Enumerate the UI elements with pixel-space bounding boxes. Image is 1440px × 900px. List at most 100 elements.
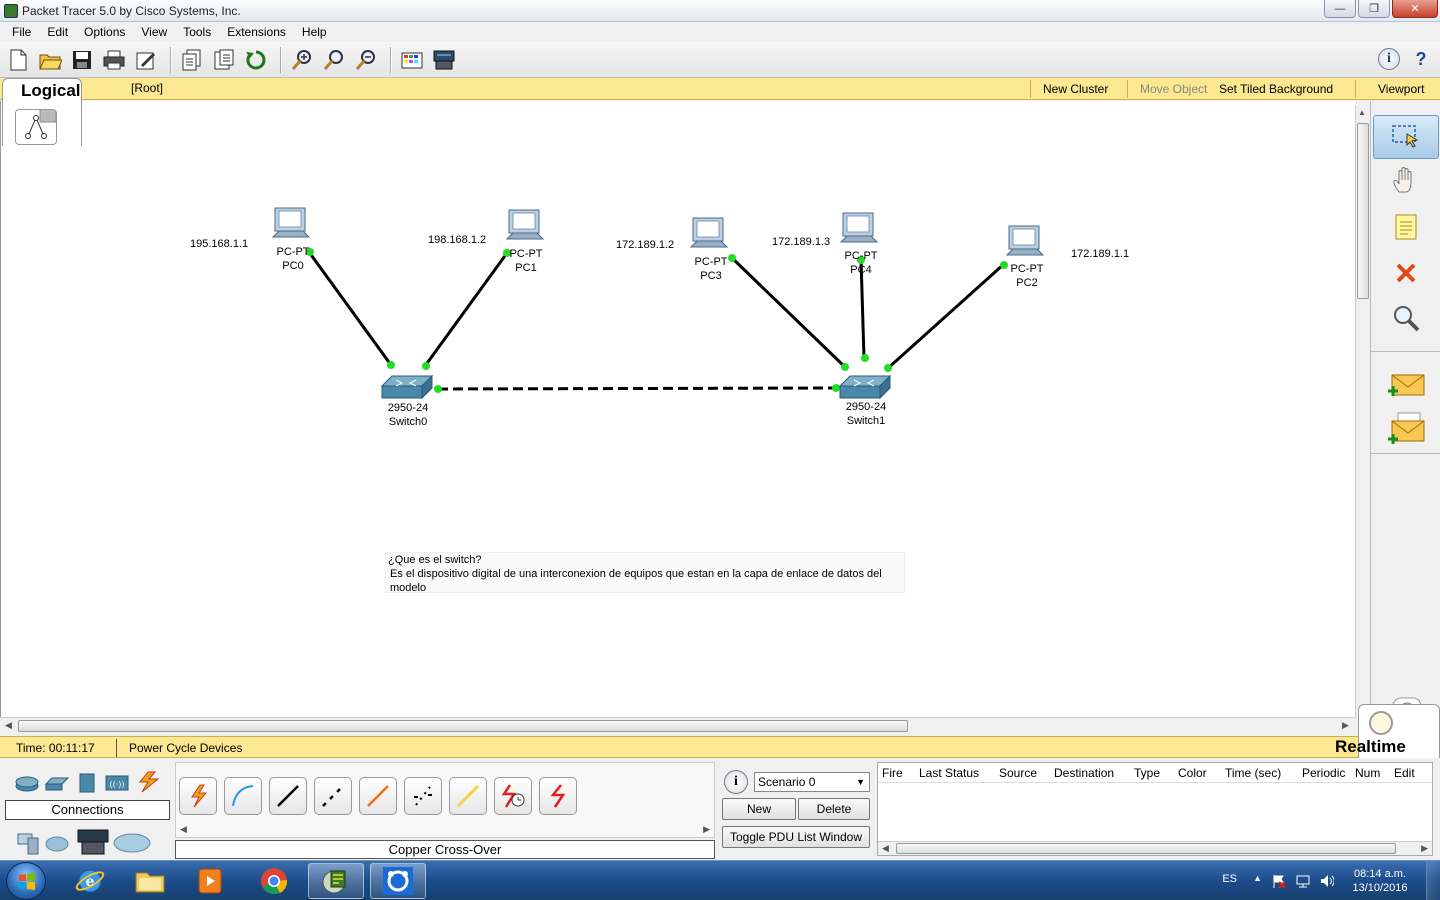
workspace-vertical-scrollbar[interactable]: ▲ xyxy=(1355,105,1369,717)
pdu-horizontal-scrollbar[interactable]: ◀ ▶ xyxy=(878,841,1432,855)
help-icon[interactable]: ? xyxy=(1410,48,1432,70)
add-complex-pdu-button[interactable] xyxy=(1373,407,1439,451)
pc1-icon[interactable] xyxy=(505,209,545,240)
wireless-devices-category-icon[interactable]: ((·)) xyxy=(104,772,130,794)
link-pc1-switch0[interactable] xyxy=(423,252,509,367)
undo-button[interactable] xyxy=(242,46,270,74)
info-icon[interactable]: i xyxy=(1378,48,1400,70)
inspect-tool-button[interactable] xyxy=(1373,297,1439,341)
pdu-scroll-right-arrow-icon[interactable]: ▶ xyxy=(1421,843,1428,854)
show-hidden-icons-icon[interactable]: ▲ xyxy=(1253,873,1262,883)
taskbar-media-player[interactable] xyxy=(182,863,238,899)
input-language[interactable]: ES xyxy=(1222,873,1237,885)
pc4-ip-note[interactable]: 172.189.1.3 xyxy=(772,236,830,248)
menu-edit[interactable]: Edit xyxy=(39,25,76,39)
link-pc2-switch1[interactable] xyxy=(885,262,1006,371)
console-cable-button[interactable] xyxy=(224,777,262,815)
pc2-icon[interactable] xyxy=(1005,225,1045,256)
col-last-status[interactable]: Last Status xyxy=(915,766,995,780)
close-button[interactable]: ✕ xyxy=(1392,0,1438,18)
toggle-pdu-list-button[interactable]: Toggle PDU List Window xyxy=(722,826,870,848)
menu-options[interactable]: Options xyxy=(76,25,133,39)
copper-straight-through-button[interactable] xyxy=(269,777,307,815)
delete-tool-button[interactable] xyxy=(1373,251,1439,295)
switch0-icon[interactable] xyxy=(380,374,434,400)
activity-wizard-button[interactable] xyxy=(132,46,160,74)
scenario-dropdown[interactable]: Scenario 0 ▼ xyxy=(754,772,870,792)
paste-button[interactable] xyxy=(210,46,238,74)
scroll-up-arrow-icon[interactable]: ▲ xyxy=(1358,108,1366,117)
new-file-button[interactable] xyxy=(4,46,32,74)
zoom-in-button[interactable] xyxy=(288,46,316,74)
scroll-left-arrow-icon[interactable]: ◀ xyxy=(5,720,12,731)
hubs-category-icon[interactable] xyxy=(74,772,100,794)
new-scenario-button[interactable]: New xyxy=(722,798,796,820)
select-tool-button[interactable] xyxy=(1373,115,1439,159)
col-edit[interactable]: Edit xyxy=(1390,766,1420,780)
add-simple-pdu-button[interactable] xyxy=(1373,363,1439,407)
menu-extensions[interactable]: Extensions xyxy=(219,25,294,39)
link-pc0-switch0[interactable] xyxy=(307,251,393,366)
copy-button[interactable] xyxy=(178,46,206,74)
pc3-icon[interactable] xyxy=(689,217,729,248)
link-pc3-switch1[interactable] xyxy=(729,255,847,369)
taskbar-cortana[interactable] xyxy=(370,863,426,899)
conn-scroll-left-arrow-icon[interactable]: ◀ xyxy=(180,824,187,835)
automatic-connection-button[interactable] xyxy=(179,777,217,815)
pdu-scroll-thumb[interactable] xyxy=(896,843,1396,854)
coaxial-cable-button[interactable] xyxy=(449,777,487,815)
pc4-icon[interactable] xyxy=(839,212,879,243)
taskbar-packet-tracer[interactable] xyxy=(308,863,364,899)
action-center-flag-icon[interactable] xyxy=(1272,874,1286,888)
switch-definition-note[interactable]: ¿Que es el switch? Es el dispositivo dig… xyxy=(385,552,905,594)
taskbar-file-explorer[interactable] xyxy=(122,863,178,899)
show-desktop-button[interactable] xyxy=(1426,861,1440,900)
viewport-button[interactable]: Viewport xyxy=(1378,82,1424,96)
serial-dte-button[interactable] xyxy=(539,777,577,815)
logical-workspace-tab[interactable]: Logical xyxy=(2,78,82,146)
pc0-ip-note[interactable]: 195.168.1.1 xyxy=(190,238,248,250)
col-color[interactable]: Color xyxy=(1174,766,1221,780)
menu-tools[interactable]: Tools xyxy=(175,25,219,39)
maximize-button[interactable]: ❐ xyxy=(1358,0,1390,18)
print-button[interactable] xyxy=(100,46,128,74)
switch1-icon[interactable] xyxy=(838,374,892,400)
drawing-palette-button[interactable] xyxy=(398,46,426,74)
end-devices-category-icon[interactable] xyxy=(14,832,40,855)
horizontal-scroll-thumb[interactable] xyxy=(18,720,908,732)
custom-devices-dialog-button[interactable] xyxy=(430,46,458,74)
network-icon[interactable] xyxy=(1296,874,1310,888)
set-tiled-background-button[interactable]: Set Tiled Background xyxy=(1219,82,1333,96)
menu-view[interactable]: View xyxy=(133,25,175,39)
switches-category-icon[interactable] xyxy=(44,772,70,794)
multiuser-connection-category-icon[interactable] xyxy=(112,830,152,856)
col-num[interactable]: Num xyxy=(1351,766,1390,780)
zoom-reset-button[interactable] xyxy=(320,46,348,74)
pdu-scroll-left-arrow-icon[interactable]: ◀ xyxy=(882,843,889,854)
pc2-ip-note[interactable]: 172.189.1.1 xyxy=(1071,248,1129,260)
zoom-out-button[interactable] xyxy=(352,46,380,74)
routers-category-icon[interactable] xyxy=(14,772,40,794)
menu-help[interactable]: Help xyxy=(294,25,335,39)
col-destination[interactable]: Destination xyxy=(1050,766,1130,780)
move-object-button[interactable]: Move Object xyxy=(1140,82,1207,96)
col-source[interactable]: Source xyxy=(995,766,1050,780)
root-breadcrumb[interactable]: [Root] xyxy=(131,81,163,95)
col-time[interactable]: Time (sec) xyxy=(1221,766,1298,780)
new-cluster-button[interactable]: New Cluster xyxy=(1043,82,1108,96)
move-layout-button[interactable] xyxy=(1373,159,1439,203)
open-file-button[interactable] xyxy=(36,46,64,74)
connection-types-scrollbar[interactable]: ◀ ▶ xyxy=(176,822,714,836)
serial-dce-button[interactable] xyxy=(494,777,532,815)
link-switch0-switch1[interactable] xyxy=(437,386,838,391)
col-type[interactable]: Type xyxy=(1130,766,1174,780)
pc1-ip-note[interactable]: 198.168.1.2 xyxy=(428,234,486,246)
taskbar-chrome[interactable] xyxy=(246,863,302,899)
pc3-ip-note[interactable]: 172.189.1.2 xyxy=(616,239,674,251)
col-fire[interactable]: Fire xyxy=(878,766,915,780)
minimize-button[interactable]: — xyxy=(1324,0,1356,18)
phone-cable-button[interactable] xyxy=(404,777,442,815)
custom-made-devices-category-icon[interactable] xyxy=(76,828,110,858)
power-cycle-devices-button[interactable]: Power Cycle Devices xyxy=(129,741,242,755)
delete-scenario-button[interactable]: Delete xyxy=(798,798,870,820)
